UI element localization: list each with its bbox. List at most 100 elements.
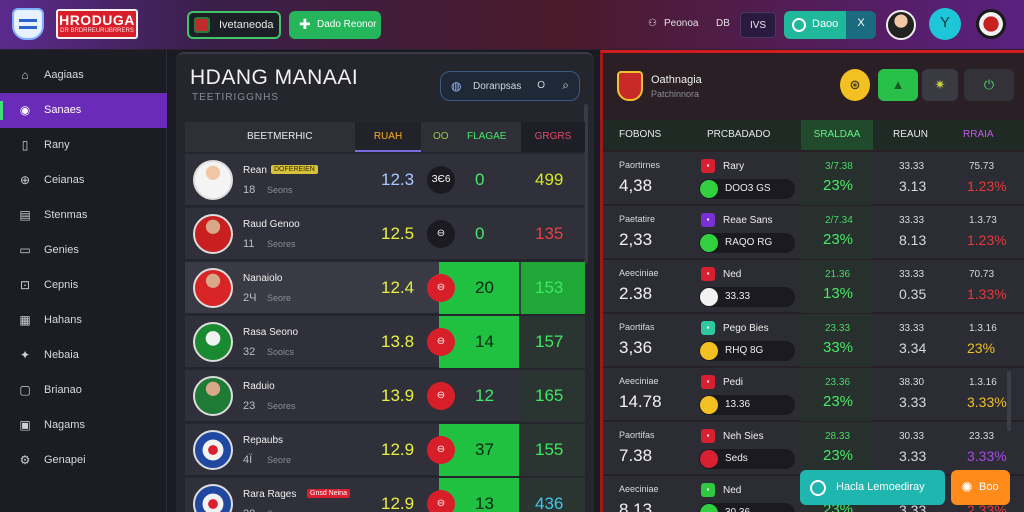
- table-row[interactable]: Rasa Seono 32 Sooics 13.8 ⊖ 14 157: [185, 316, 585, 368]
- badge-icon[interactable]: ЗЄ6: [427, 166, 455, 194]
- stat-c-percent: 3.33%: [967, 448, 1007, 464]
- login-label: Daoo: [812, 18, 839, 30]
- stat-c: 23.33: [969, 431, 995, 442]
- sidebar-item[interactable]: ⌂ Aagiaas: [0, 58, 167, 93]
- header-last[interactable]: GRGRS: [521, 122, 585, 152]
- search-input[interactable]: ◍ Doranpsas O ⌕: [440, 71, 580, 101]
- mode-selector[interactable]: Ivetaneoda: [187, 11, 281, 39]
- close-login-x[interactable]: X: [846, 11, 876, 39]
- row-name: Pego Bies: [723, 323, 769, 334]
- power-icon[interactable]: ⏻: [964, 69, 1014, 101]
- header-goals[interactable]: FLAGAE: [467, 131, 506, 142]
- no-entry-icon[interactable]: ⊖: [427, 490, 455, 512]
- sidebar-item[interactable]: ⊕ Ceianas: [0, 163, 167, 198]
- sidebar-item[interactable]: ◉ Sanaes: [0, 93, 167, 128]
- progress-pill[interactable]: Seds: [699, 449, 795, 469]
- sun-icon: ✺: [961, 479, 973, 495]
- sidebar-item[interactable]: ⚙ Genapei: [0, 443, 167, 478]
- stats-row[interactable]: Paortifas 3,36 ▪ Pego Bies RHQ 8G 23.33 33% 33.…: [603, 314, 1024, 367]
- person-icon[interactable]: ⚇: [648, 18, 657, 29]
- row-value: 2,33: [619, 230, 653, 249]
- progress-pill[interactable]: RAQO RG: [699, 233, 795, 253]
- header-c1[interactable]: FOBONS: [619, 129, 661, 140]
- user-avatar[interactable]: [886, 10, 916, 40]
- row-value: 14.78: [619, 392, 662, 411]
- table-row[interactable]: Rara RagesGnsd Neina28Seores12.9⊖13436: [185, 478, 585, 512]
- progress-pill[interactable]: 13.36: [699, 395, 795, 415]
- progress-pill[interactable]: RHQ 8G: [699, 341, 795, 361]
- player-name: Nanaiolo: [243, 273, 283, 284]
- progress-pill[interactable]: DOO3 GS: [699, 179, 795, 199]
- search-icon[interactable]: ⌕: [562, 78, 569, 93]
- sidebar-item[interactable]: ▭ Genies: [0, 233, 167, 268]
- table-row[interactable]: Raduio 23 Seores 13.9 ⊖ 12 165: [185, 370, 585, 422]
- status-icon: ▪: [701, 483, 715, 497]
- stats-row[interactable]: Aeeciniae 14.78 ▪ Pedi 13.36 23.36 23% 38.30 3.3…: [603, 368, 1024, 421]
- no-entry-icon[interactable]: ⊖: [427, 274, 455, 302]
- row-name: Rary: [723, 161, 745, 172]
- sidebar-item[interactable]: ✦ Nebaia: [0, 338, 167, 373]
- theme-button[interactable]: ✺ Boo: [951, 470, 1010, 505]
- language-button[interactable]: IVS: [740, 12, 776, 38]
- header-c2[interactable]: PRCBADADO: [707, 129, 770, 140]
- chat-button[interactable]: Hacla Lemoediray: [800, 470, 945, 505]
- sidebar-item[interactable]: ▤ Stenmas: [0, 198, 167, 233]
- player-number: 23: [243, 400, 256, 412]
- table-row[interactable]: Repaubs 4Ϊ Seore 12.9 ⊖ 37 155: [185, 424, 585, 476]
- header-player[interactable]: BEETMERHIC: [247, 131, 313, 142]
- progress-pill[interactable]: 30.36: [699, 503, 795, 512]
- table-row[interactable]: Raud Genoo 11 Seores 12.5 ⊖ 0 135: [185, 208, 585, 260]
- row-label: Paortifas: [619, 322, 655, 332]
- player-tag: Gnsd Neina: [307, 489, 350, 498]
- table-row[interactable]: Nanaiolo 2Ч Seore 12.4 ⊖ 20 153: [185, 262, 585, 314]
- no-entry-icon[interactable]: ⊖: [427, 382, 455, 410]
- goals-value: 14: [475, 332, 494, 351]
- player-name: Raud Genoo: [243, 219, 300, 230]
- brand-logo[interactable]: HRODUGA DR BRDRREURUBRRERS: [56, 9, 138, 39]
- page-subtitle: TEETIRIGGNHS: [192, 92, 280, 103]
- stat-a-percent: 23%: [823, 393, 854, 410]
- nav-link-db[interactable]: DB: [716, 18, 730, 29]
- player-number: 2Ч: [243, 292, 257, 304]
- scrollbar[interactable]: [1007, 371, 1011, 431]
- stats-row[interactable]: Paortifas 7.38 ▪ Neh Sies Seds 28.33 23% 30.33 3…: [603, 422, 1024, 475]
- stats-row[interactable]: Aeeciniae 2.38 ▪ Ned 33.33 21.36 13% 33.33 0.35 7…: [603, 260, 1024, 313]
- page-title: HDANG MANAAI: [190, 66, 359, 89]
- sidebar-item[interactable]: ▦ Hahans: [0, 303, 167, 338]
- sidebar-item[interactable]: ⊡ Cepnis: [0, 268, 167, 303]
- panel-subtitle: Patchinnora: [651, 89, 700, 99]
- header-c5[interactable]: RRAIA: [963, 129, 994, 140]
- sidebar-item[interactable]: ▢ Brianao: [0, 373, 167, 408]
- badge-icon[interactable]: ⊖: [427, 220, 455, 248]
- sidebar-item[interactable]: ▯ Rany: [0, 128, 167, 163]
- no-entry-icon[interactable]: ⊖: [427, 328, 455, 356]
- rating-value: 12.9: [381, 440, 415, 459]
- trophy-icon[interactable]: Y: [929, 8, 961, 40]
- target-icon[interactable]: ⊛: [840, 69, 870, 101]
- pill-text: Seds: [725, 453, 748, 464]
- stats-row[interactable]: Paortirnes 4,38 ▪ Rary DOO3 GS 3/7.38 23% 33.33…: [603, 152, 1024, 205]
- expand-icon[interactable]: ▲: [878, 69, 918, 101]
- pill-text: 33.33: [725, 291, 751, 302]
- club-crest-icon[interactable]: [976, 9, 1006, 39]
- sidebar-item[interactable]: ▣ Nagams: [0, 408, 167, 443]
- header-badge[interactable]: OO: [433, 131, 449, 142]
- shield-logo-icon[interactable]: [12, 8, 44, 40]
- star-icon[interactable]: ✷: [922, 69, 958, 101]
- player-label: Seore: [267, 455, 292, 465]
- stats-row[interactable]: Paetatire 2,33 ▪ Reae Sans RAQO RG 2/7.34 23% 3…: [603, 206, 1024, 259]
- table-row[interactable]: Rean DOFEREIEN 18 Seons 12.3 ЗЄ6 0 499: [185, 154, 585, 206]
- header-c3[interactable]: SRALDAA: [801, 120, 873, 150]
- progress-pill[interactable]: 33.33: [699, 287, 795, 307]
- add-button[interactable]: ✚ Dado Reonor: [289, 11, 381, 39]
- nav-link-peonoa[interactable]: Peonoa: [664, 18, 698, 29]
- header-c4[interactable]: REAUN: [893, 129, 928, 140]
- no-entry-icon[interactable]: ⊖: [427, 436, 455, 464]
- player-name: Rara Rages: [243, 489, 297, 500]
- header-rating[interactable]: RUAH: [355, 122, 421, 152]
- stat-b-value: 8.13: [899, 232, 927, 248]
- sidebar-item-label: Brianao: [44, 384, 82, 396]
- player-label: Seore: [267, 293, 292, 303]
- login-button[interactable]: Daoo X: [784, 11, 876, 39]
- last-value: 436: [535, 494, 564, 512]
